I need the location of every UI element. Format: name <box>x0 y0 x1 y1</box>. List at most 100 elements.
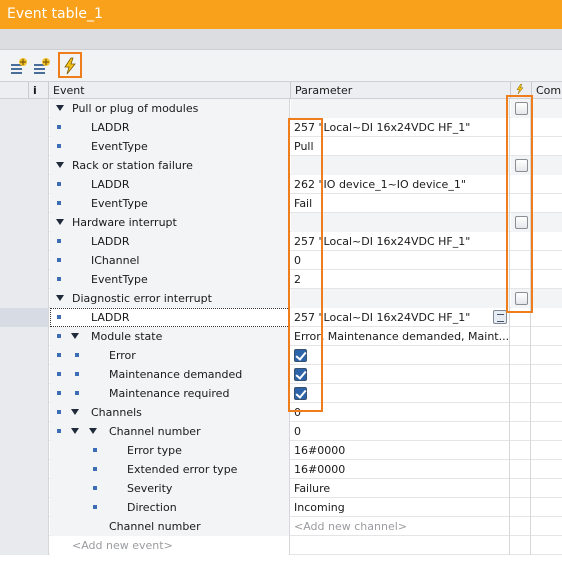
bullet-icon <box>57 391 61 395</box>
toolbar-highlight <box>58 52 82 78</box>
collapse-triangle-icon[interactable] <box>71 333 79 339</box>
bullet-icon <box>57 144 61 148</box>
table-row[interactable]: Hardware interrupt <box>0 213 562 232</box>
bullet-icon <box>57 372 61 376</box>
table-row[interactable]: Pull or plug of modules <box>0 99 562 118</box>
bullet-icon <box>93 448 97 452</box>
event-label: Hardware interrupt <box>72 216 177 229</box>
event-label: Module state <box>91 330 163 343</box>
error-checkbox[interactable] <box>294 349 307 362</box>
table-row[interactable]: LADDR 257 "Local~DI 16x24VDC HF_1" <box>0 118 562 137</box>
event-label: EventType <box>91 140 148 153</box>
add-row-icon[interactable] <box>9 56 29 76</box>
parameter-value[interactable]: 16#0000 <box>291 441 510 460</box>
table-row[interactable]: Module state Error, Maintenance demanded… <box>0 327 562 346</box>
parameter-value[interactable] <box>291 156 510 175</box>
bullet-icon <box>57 239 61 243</box>
table-row[interactable]: IChannel 0 <box>0 251 562 270</box>
bullet-icon <box>75 391 79 395</box>
parameter-value[interactable] <box>291 289 510 308</box>
table-row[interactable]: Diagnostic error interrupt <box>0 289 562 308</box>
comment-column-header[interactable]: Comm <box>532 82 562 99</box>
maintenance-demanded-checkbox[interactable] <box>294 368 307 381</box>
table-row[interactable]: LADDR 262 "IO device_1~IO device_1" <box>0 175 562 194</box>
parameter-value[interactable] <box>291 213 510 232</box>
table-row[interactable]: Maintenance required <box>0 384 562 403</box>
event-label: Diagnostic error interrupt <box>72 292 212 305</box>
table-row[interactable]: Severity Failure <box>0 479 562 498</box>
info-column-header: i <box>29 82 49 99</box>
add-new-event[interactable]: <Add new event> <box>72 536 173 555</box>
event-label: Maintenance demanded <box>109 368 243 381</box>
parameter-value[interactable]: 257 "Local~DI 16x24VDC HF_1" <box>291 308 510 327</box>
lightning-icon[interactable] <box>511 82 532 99</box>
collapse-triangle-icon[interactable] <box>71 428 79 434</box>
collapse-triangle-icon[interactable] <box>56 219 64 225</box>
parameter-value[interactable]: Fail <box>291 194 510 213</box>
table-row[interactable]: LADDR 257 "Local~DI 16x24VDC HF_1" <box>0 232 562 251</box>
event-label: Error type <box>127 444 182 457</box>
parameter-value[interactable]: Pull <box>291 137 510 156</box>
table-row[interactable]: Channels 0 <box>0 403 562 422</box>
event-flag-checkbox[interactable] <box>515 292 528 305</box>
bullet-icon <box>57 353 61 357</box>
parameter-value[interactable]: 2 <box>291 270 510 289</box>
parameter-value[interactable]: Incoming <box>291 498 510 517</box>
table-row[interactable]: Error type 16#0000 <box>0 441 562 460</box>
parameter-value[interactable]: 257 "Local~DI 16x24VDC HF_1" <box>291 118 510 137</box>
event-label: Error <box>109 349 136 362</box>
event-label: Maintenance required <box>109 387 230 400</box>
parameter-value[interactable]: 0 <box>291 251 510 270</box>
bullet-icon <box>57 201 61 205</box>
list-picker-icon[interactable] <box>493 310 507 324</box>
tab-strip <box>0 29 562 50</box>
collapse-triangle-icon[interactable] <box>89 428 97 434</box>
bullet-icon <box>57 277 61 281</box>
event-flag-checkbox[interactable] <box>515 159 528 172</box>
collapse-triangle-icon[interactable] <box>56 105 64 111</box>
add-rows-icon[interactable] <box>32 56 52 76</box>
collapse-triangle-icon[interactable] <box>56 295 64 301</box>
bullet-icon <box>75 353 79 357</box>
collapse-triangle-icon[interactable] <box>71 409 79 415</box>
parameter-value[interactable] <box>291 99 510 118</box>
event-flag-checkbox[interactable] <box>515 102 528 115</box>
event-flag-checkbox[interactable] <box>515 216 528 229</box>
toolbar <box>0 50 562 81</box>
bullet-icon <box>57 429 61 433</box>
event-label: Severity <box>127 482 173 495</box>
bullet-icon <box>57 410 61 414</box>
event-label: EventType <box>91 273 148 286</box>
parameter-value[interactable]: 262 "IO device_1~IO device_1" <box>291 175 510 194</box>
event-label: Direction <box>127 501 177 514</box>
event-label: EventType <box>91 197 148 210</box>
table-row[interactable]: Error <box>0 346 562 365</box>
parameter-value[interactable]: Error, Maintenance demanded, Maint... <box>291 327 510 346</box>
table-row[interactable]: Channel number 0 <box>0 422 562 441</box>
event-label: Channels <box>91 406 142 419</box>
parameter-column-header[interactable]: Parameter <box>291 82 511 99</box>
event-label: Extended error type <box>127 463 238 476</box>
maintenance-required-checkbox[interactable] <box>294 387 307 400</box>
table-row[interactable]: Channel number <Add new channel> <box>0 517 562 536</box>
parameter-value[interactable]: Failure <box>291 479 510 498</box>
add-new-channel[interactable]: <Add new channel> <box>291 517 510 536</box>
event-label: Pull or plug of modules <box>72 102 199 115</box>
table-row[interactable]: EventType Fail <box>0 194 562 213</box>
table-row[interactable]: Rack or station failure <box>0 156 562 175</box>
table-row[interactable]: Maintenance demanded <box>0 365 562 384</box>
bullet-icon <box>93 486 97 490</box>
parameter-value[interactable]: 257 "Local~DI 16x24VDC HF_1" <box>291 232 510 251</box>
table-row[interactable]: <Add new event> <box>0 536 562 555</box>
table-row[interactable]: LADDR 257 "Local~DI 16x24VDC HF_1" <box>0 308 562 327</box>
table-row[interactable]: Extended error type 16#0000 <box>0 460 562 479</box>
table-row[interactable]: EventType Pull <box>0 137 562 156</box>
parameter-value[interactable]: 0 <box>291 422 510 441</box>
collapse-triangle-icon[interactable] <box>56 162 64 168</box>
event-label: Rack or station failure <box>72 159 193 172</box>
parameter-value[interactable]: 0 <box>291 403 510 422</box>
table-row[interactable]: Direction Incoming <box>0 498 562 517</box>
event-column-header[interactable]: Event <box>49 82 291 99</box>
parameter-value[interactable]: 16#0000 <box>291 460 510 479</box>
table-row[interactable]: EventType 2 <box>0 270 562 289</box>
